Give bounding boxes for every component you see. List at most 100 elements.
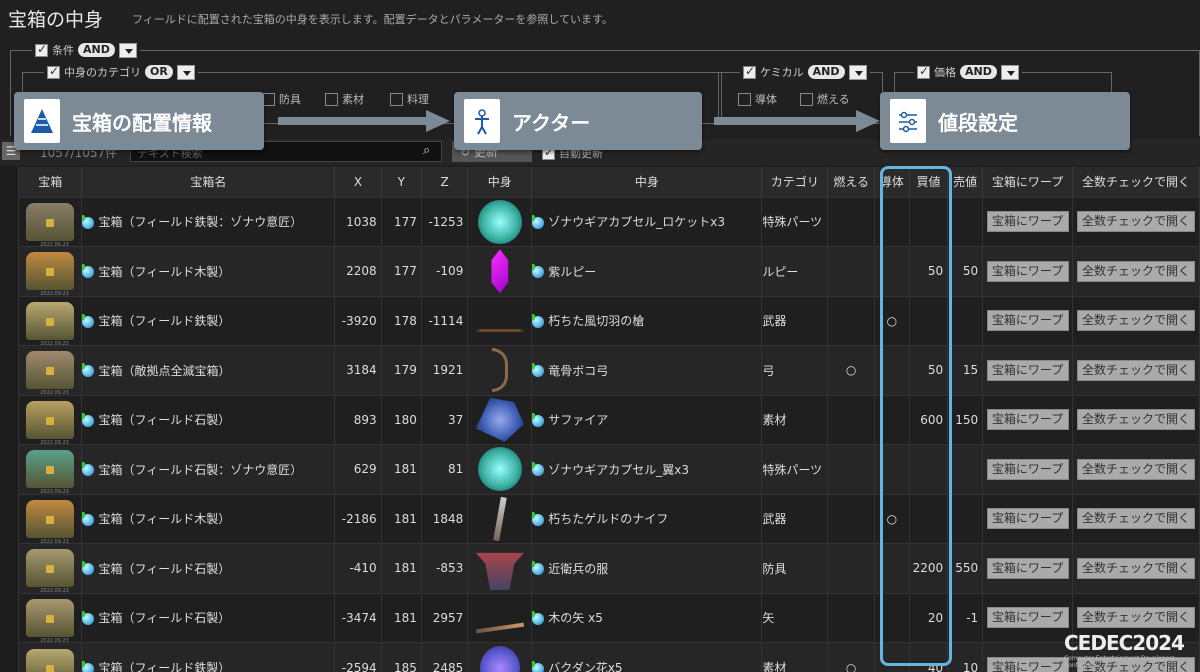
open-all-button[interactable]: 全数チェックで開く xyxy=(1076,508,1195,530)
condition-checkbox[interactable] xyxy=(35,42,48,57)
open-all-button[interactable]: 全数チェックで開く xyxy=(1076,458,1195,480)
chemical-option-conductor[interactable]: 導体 xyxy=(738,91,777,107)
globe-icon xyxy=(81,214,95,229)
category-cell: 弓 xyxy=(761,345,829,395)
table-row[interactable]: 2022.09.23 宝箱（フィールド石製） -3474 181 2957 木の… xyxy=(19,592,1200,643)
item-thumbnail-cell xyxy=(467,444,533,494)
chest-date: 2022.06.23 xyxy=(40,241,69,247)
warp-button[interactable]: 宝箱にワープ xyxy=(986,260,1069,282)
burns-cell xyxy=(827,493,875,544)
open-all-button[interactable]: 全数チェックで開く xyxy=(1076,260,1195,282)
condition-filter[interactable]: 条件 AND xyxy=(32,42,140,58)
column-header[interactable]: 中身 xyxy=(531,167,763,197)
chest-name: 宝箱（フィールド木製） xyxy=(98,264,231,279)
category-option-armor[interactable]: 防具 xyxy=(262,91,301,107)
open-all-button[interactable]: 全数チェックで開く xyxy=(1076,409,1195,431)
table-row[interactable]: 2022.09.23 宝箱（フィールド鉄製） -3920 178 -1114 朽… xyxy=(19,295,1200,346)
item-thumbnail-cell xyxy=(467,394,533,445)
chest-thumbnail: 2022.09.23 xyxy=(26,499,75,544)
column-header[interactable]: X xyxy=(334,167,382,197)
callout-price: 値段設定 xyxy=(880,92,1130,150)
table-row[interactable]: 2022.09.23 宝箱（フィールド鉄製） -2594 185 2485 バク… xyxy=(19,642,1200,672)
chest-thumbnail: 2022.06.23 xyxy=(26,202,75,247)
warp-button[interactable]: 宝箱にワープ xyxy=(986,607,1069,629)
column-header[interactable]: 宝箱 xyxy=(19,167,83,197)
conductor-checkbox[interactable] xyxy=(738,92,751,106)
open-all-button[interactable]: 全数チェックで開く xyxy=(1076,211,1195,233)
warp-button[interactable]: 宝箱にワープ xyxy=(986,409,1069,431)
table-row[interactable]: 2022.09.23 宝箱（フィールド石製） 893 180 37 サファイア … xyxy=(19,394,1200,445)
condition-dropdown-icon[interactable] xyxy=(118,42,137,58)
category-filter[interactable]: 中身のカテゴリ OR xyxy=(44,64,198,80)
material-checkbox[interactable] xyxy=(325,92,338,106)
z-cell: 2485 xyxy=(421,642,469,672)
chest-thumbnail-cell: 2022.09.23 xyxy=(19,642,83,672)
column-header[interactable]: Z xyxy=(421,167,469,197)
chest-name-cell: 宝箱（フィールド石製：ゾナウ意匠） xyxy=(81,444,336,494)
category-option-material[interactable]: 素材 xyxy=(325,91,364,107)
table-row[interactable]: 2022.09.23 宝箱（フィールド木製） -2186 181 1848 朽ち… xyxy=(19,493,1200,544)
globe-icon xyxy=(531,462,545,477)
category-dropdown-icon[interactable] xyxy=(176,64,195,80)
column-header[interactable]: 宝箱名 xyxy=(81,167,336,197)
column-header[interactable]: カテゴリ xyxy=(761,167,829,197)
table-row[interactable]: 2022.09.23 宝箱（フィールド石製：ゾナウ意匠） 629 181 81 … xyxy=(19,444,1200,494)
warp-button[interactable]: 宝箱にワープ xyxy=(986,508,1069,530)
conductor-label: 導体 xyxy=(755,93,777,106)
column-header[interactable]: 全数チェックで開く xyxy=(1072,167,1200,197)
warp-button[interactable]: 宝箱にワープ xyxy=(986,657,1069,672)
warp-button[interactable]: 宝箱にワープ xyxy=(986,458,1069,480)
chest-date: 2022.09.23 xyxy=(40,489,69,494)
chest-date: 2022.09.23 xyxy=(40,291,69,296)
open-all-button[interactable]: 全数チェックで開く xyxy=(1076,310,1195,332)
price-checkbox[interactable] xyxy=(917,64,930,79)
burns-label: 燃える xyxy=(817,93,850,106)
open-all-button[interactable]: 全数チェックで開く xyxy=(1076,557,1195,579)
price-filter[interactable]: 価格 AND xyxy=(914,64,1022,80)
burns-checkbox[interactable] xyxy=(800,92,813,106)
item-name: 近衛兵の服 xyxy=(548,561,609,576)
warp-button[interactable]: 宝箱にワープ xyxy=(986,359,1069,381)
search-icon[interactable]: ⌕ xyxy=(423,143,430,158)
z-cell: 2957 xyxy=(421,592,469,643)
chemical-option-burns[interactable]: 燃える xyxy=(800,91,850,107)
z-cell: 81 xyxy=(421,444,469,494)
column-header[interactable]: 売値 xyxy=(947,167,984,197)
chest-date: 2022.09.23 xyxy=(40,538,69,544)
x-cell: -2594 xyxy=(334,642,382,672)
table-row[interactable]: 2022.09.23 宝箱（フィールド石製） -410 181 -853 近衛兵… xyxy=(19,543,1200,593)
chemical-dropdown-icon[interactable] xyxy=(848,64,867,80)
item-thumbnail xyxy=(475,397,524,442)
food-checkbox[interactable] xyxy=(390,92,403,106)
warp-cell: 宝箱にワープ xyxy=(982,345,1073,395)
item-thumbnail xyxy=(477,199,522,244)
item-thumbnail xyxy=(475,552,524,591)
warp-button[interactable]: 宝箱にワープ xyxy=(986,557,1069,579)
table-row[interactable]: 2022.09.23 宝箱（敵拠点全滅宝箱） 3184 179 1921 竜骨ボ… xyxy=(19,345,1200,395)
column-header[interactable]: 宝箱にワープ xyxy=(982,167,1073,197)
price-mode-badge[interactable]: AND xyxy=(960,65,997,79)
table-row[interactable]: 2022.09.23 宝箱（フィールド木製） 2208 177 -109 紫ルピ… xyxy=(19,246,1200,296)
warp-button[interactable]: 宝箱にワープ xyxy=(986,310,1069,332)
table-row[interactable]: 2022.06.23 宝箱（フィールド鉄製：ゾナウ意匠） 1038 177 -1… xyxy=(19,196,1200,247)
chemical-checkbox[interactable] xyxy=(743,64,756,79)
category-checkbox[interactable] xyxy=(47,64,60,79)
chemical-mode-badge[interactable]: AND xyxy=(807,65,845,79)
column-header[interactable]: 中身 xyxy=(467,167,533,197)
category-option-food[interactable]: 料理 xyxy=(390,91,429,107)
warp-cell: 宝箱にワープ xyxy=(982,642,1073,672)
condition-mode-badge[interactable]: AND xyxy=(78,43,115,57)
price-dropdown-icon[interactable] xyxy=(1000,64,1019,80)
item-name: ゾナウギアカプセル_ロケットx3 xyxy=(548,215,726,230)
item-name: ゾナウギアカプセル_翼x3 xyxy=(548,462,690,477)
category-mode-badge[interactable]: OR xyxy=(145,65,173,79)
category-cell: 特殊パーツ xyxy=(761,196,829,247)
column-header[interactable]: 燃える xyxy=(827,167,875,197)
open-all-button[interactable]: 全数チェックで開く xyxy=(1076,607,1195,629)
warp-button[interactable]: 宝箱にワープ xyxy=(986,211,1069,233)
chemical-filter[interactable]: ケミカル AND xyxy=(740,64,870,80)
x-cell: 893 xyxy=(334,394,382,445)
category-label: 中身のカテゴリ xyxy=(64,66,141,79)
open-all-button[interactable]: 全数チェックで開く xyxy=(1076,359,1195,381)
column-header[interactable]: Y xyxy=(381,167,422,197)
